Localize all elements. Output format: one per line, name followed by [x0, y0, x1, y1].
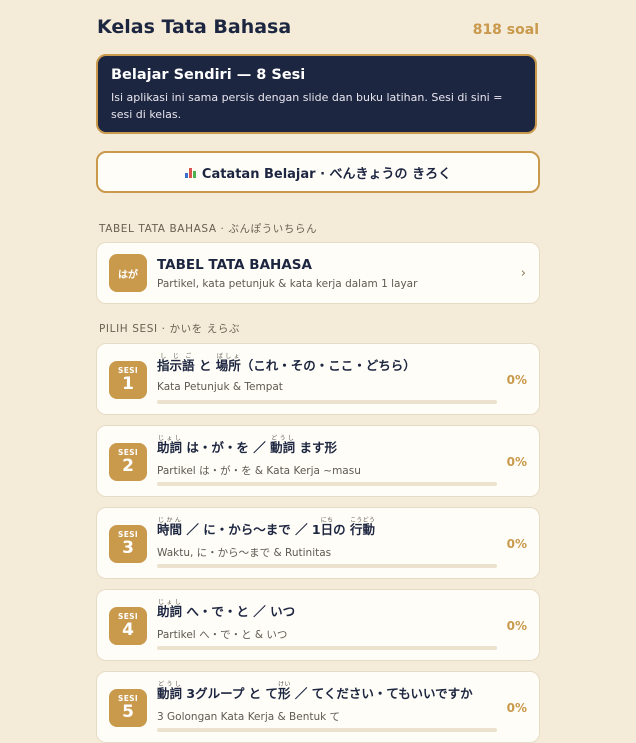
catatan-belajar-button[interactable]: Catatan Belajar · べんきょうの きろく — [96, 151, 540, 193]
session-number: 5 — [122, 702, 134, 722]
grammar-table-card[interactable]: はが TABEL TATA BAHASA Partikel, kata petu… — [96, 242, 540, 304]
banner-description: Isi aplikasi ini sama persis dengan slid… — [111, 91, 503, 121]
banner-title: Belajar Sendiri — 8 Sesi — [111, 67, 306, 83]
session-badge: SESI 3 — [109, 525, 147, 563]
question-count: 818 soal — [472, 22, 539, 38]
session-card[interactable]: SESI 2 助詞じょし は・が・を ／ 動詞どうし ます形 Partikel は・が… — [96, 425, 540, 497]
session-percent: 0% — [506, 373, 527, 387]
session-card[interactable]: SESI 1 指示語しじご と 場所ばしょ（これ・その・ここ・どちら） Kata Pe… — [96, 343, 540, 415]
catatan-belajar-label: Catatan Belajar · べんきょうの きろく — [201, 166, 452, 182]
session-card[interactable]: SESI 4 助詞じょし へ・で・と ／ いつ Partikel へ・で・と & いつ… — [96, 589, 540, 661]
session-title: 時間じかん ／ に・から〜まで ／ 1日にちの 行動こうどう — [157, 517, 376, 537]
session-badge: SESI 4 — [109, 607, 147, 645]
session-progress-bar — [157, 564, 497, 568]
session-subtitle: Waktu, に・から〜まで & Rutinitas — [157, 547, 332, 559]
session-card[interactable]: SESI 3 時間じかん ／ に・から〜まで ／ 1日にちの 行動こうどう Waktu… — [96, 507, 540, 579]
session-badge: SESI 2 — [109, 443, 147, 481]
section-label-sessions: PILIH SESI · かいを えらぶ — [99, 323, 241, 335]
session-progress-bar — [157, 400, 497, 404]
app-screen: Kelas Tata Bahasa 818 soal Belajar Sendi… — [0, 0, 636, 743]
session-percent: 0% — [506, 455, 527, 469]
session-number: 2 — [122, 456, 134, 476]
session-number: 1 — [122, 374, 134, 394]
page-title: Kelas Tata Bahasa — [97, 16, 292, 38]
session-percent: 0% — [506, 701, 527, 715]
table-badge: はが — [109, 254, 147, 292]
self-study-banner: Belajar Sendiri — 8 Sesi Isi aplikasi in… — [96, 54, 537, 134]
table-card-subtitle: Partikel, kata petunjuk & kata kerja dal… — [157, 278, 418, 290]
session-title: 助詞じょし は・が・を ／ 動詞どうし ます形 — [157, 435, 337, 455]
session-title: 指示語しじご と 場所ばしょ（これ・その・ここ・どちら） — [157, 353, 416, 373]
session-progress-bar — [157, 728, 497, 732]
session-badge: SESI 5 — [109, 689, 147, 727]
session-badge: SESI 1 — [109, 361, 147, 399]
session-percent: 0% — [506, 619, 527, 633]
bar-chart-icon — [184, 167, 196, 178]
session-progress-bar — [157, 482, 497, 486]
session-card[interactable]: SESI 5 動詞どうし 3グループ と て形けい ／ てください・てもいいですか 3… — [96, 671, 540, 743]
session-subtitle: 3 Golongan Kata Kerja & Bentuk て — [157, 711, 341, 723]
session-progress-bar — [157, 646, 497, 650]
session-subtitle: Partikel へ・で・と & いつ — [157, 629, 288, 641]
session-number: 3 — [122, 538, 134, 558]
session-percent: 0% — [506, 537, 527, 551]
session-subtitle: Partikel は・が・を & Kata Kerja ~masu — [157, 465, 361, 477]
section-label-table: TABEL TATA BAHASA · ぶんぽういちらん — [99, 223, 318, 235]
session-subtitle: Kata Petunjuk & Tempat — [157, 381, 283, 393]
session-title: 動詞どうし 3グループ と て形けい ／ てください・てもいいですか — [157, 681, 473, 701]
session-number: 4 — [122, 620, 134, 640]
table-card-title: TABEL TATA BAHASA — [157, 257, 312, 273]
chevron-right-icon: › — [520, 266, 526, 281]
session-title: 助詞じょし へ・で・と ／ いつ — [157, 599, 296, 619]
